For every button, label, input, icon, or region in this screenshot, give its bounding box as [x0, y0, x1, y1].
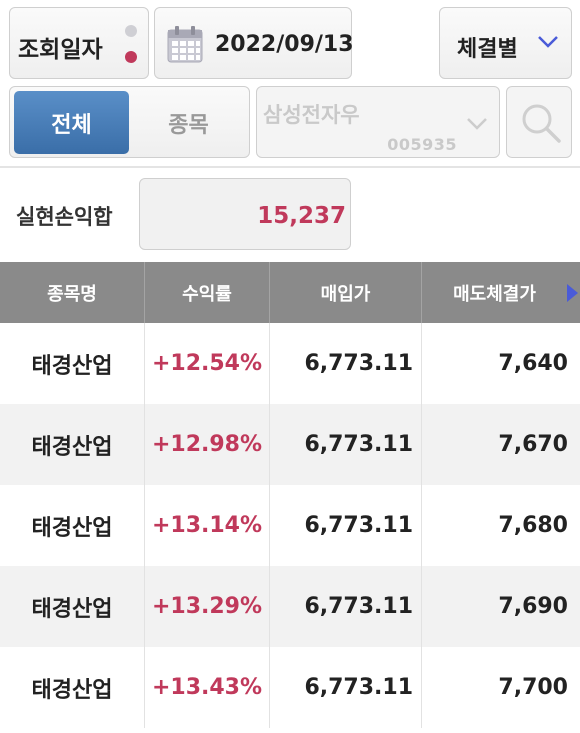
section-divider: [0, 166, 580, 168]
scope-toggle: 전체 종목: [9, 86, 250, 158]
date-toggle-dot-inactive: [125, 25, 137, 37]
sort-label: 체결별: [457, 37, 518, 62]
realized-profit-label: 실현손익합: [16, 205, 113, 229]
buy-price-cell: 6,773.11: [270, 485, 422, 566]
column-header-buy-price[interactable]: 매입가: [270, 262, 422, 323]
stock-code-placeholder: 005935: [387, 135, 457, 154]
search-icon: [522, 104, 561, 143]
tab-all[interactable]: 전체: [14, 91, 129, 154]
stock-name-placeholder: 삼성전자우: [263, 103, 360, 127]
buy-price-cell: 6,773.11: [270, 404, 422, 485]
buy-price-cell: 6,773.11: [270, 647, 422, 728]
tab-stock[interactable]: 종목: [130, 91, 247, 154]
table-row[interactable]: 태경산업 +13.29% 6,773.11 7,690: [0, 566, 580, 647]
sell-price-cell: 7,690: [498, 594, 568, 619]
column-header-sell-price[interactable]: 매도체결가: [422, 262, 567, 323]
realized-profit-box: 15,237: [139, 178, 351, 250]
column-header-rate[interactable]: 수익률: [145, 262, 270, 323]
stock-name-cell: 태경산업: [0, 647, 145, 728]
table-row[interactable]: 태경산업 +12.54% 6,773.11 7,640: [0, 323, 580, 404]
date-toggle-dot-active: [125, 51, 137, 63]
buy-price-cell: 6,773.11: [270, 323, 422, 404]
search-button[interactable]: [506, 86, 572, 158]
realized-profit-value: 15,237: [257, 203, 346, 229]
date-picker[interactable]: 2022/09/13: [154, 7, 354, 79]
return-rate-cell: +13.29%: [145, 566, 270, 647]
table-header: 종목명 수익률 매입가 매도체결가: [0, 262, 580, 323]
chevron-down-icon: [467, 118, 487, 130]
return-rate-cell: +12.98%: [145, 404, 270, 485]
stock-select[interactable]: 삼성전자우 005935: [256, 86, 500, 158]
query-date-label: 조회일자: [18, 37, 103, 63]
scroll-right-icon[interactable]: [567, 284, 578, 302]
stock-name-cell: 태경산업: [0, 323, 145, 404]
query-date-button[interactable]: 조회일자: [9, 7, 149, 79]
calendar-icon: [167, 26, 203, 63]
buy-price-cell: 6,773.11: [270, 566, 422, 647]
stock-name-cell: 태경산업: [0, 485, 145, 566]
stock-name-cell: 태경산업: [0, 566, 145, 647]
sort-dropdown[interactable]: 체결별: [439, 7, 572, 79]
table-row[interactable]: 태경산업 +12.98% 6,773.11 7,670: [0, 404, 580, 485]
sell-price-cell: 7,640: [498, 351, 568, 376]
column-header-name[interactable]: 종목명: [0, 262, 145, 323]
return-rate-cell: +13.43%: [145, 647, 270, 728]
stock-name-cell: 태경산업: [0, 404, 145, 485]
return-rate-cell: +13.14%: [145, 485, 270, 566]
return-rate-cell: +12.54%: [145, 323, 270, 404]
table-row[interactable]: 태경산업 +13.43% 6,773.11 7,700: [0, 647, 580, 728]
table-row[interactable]: 태경산업 +13.14% 6,773.11 7,680: [0, 485, 580, 566]
date-value: 2022/09/13: [215, 32, 354, 57]
sell-price-cell: 7,700: [498, 675, 568, 700]
sell-price-cell: 7,670: [498, 432, 568, 457]
chevron-down-icon: [538, 36, 558, 48]
sell-price-cell: 7,680: [498, 513, 568, 538]
